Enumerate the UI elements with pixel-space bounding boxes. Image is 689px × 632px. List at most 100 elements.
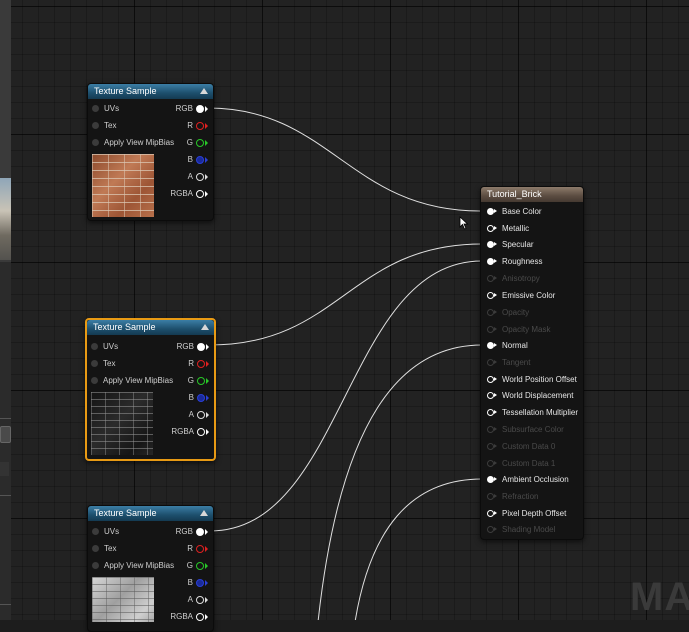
material-input-custom-data-0[interactable]: Custom Data 0 — [487, 442, 555, 452]
pin-label: Tex — [103, 359, 116, 368]
texture-sample-node-selected[interactable]: Texture Sample UVs Tex Apply View MipBia… — [85, 318, 216, 461]
pin-dot-icon — [91, 377, 98, 385]
output-pin-rgba[interactable]: RGBA — [170, 189, 208, 199]
pin-ring-icon — [487, 208, 497, 216]
output-pin-rgb[interactable]: RGB — [177, 342, 209, 352]
material-input-subsurface-color[interactable]: Subsurface Color — [487, 425, 564, 435]
pin-label: Tangent — [502, 358, 531, 367]
pin-label: Metallic — [502, 224, 530, 233]
collapse-arrow-icon[interactable] — [201, 324, 209, 330]
input-pin-uvs[interactable]: UVs — [91, 342, 118, 352]
wire-base-color[interactable] — [207, 107, 481, 212]
output-pin-r[interactable]: R — [187, 544, 208, 554]
output-pin-rgb[interactable]: RGB — [176, 104, 208, 114]
material-input-tessellation-multiplier[interactable]: Tessellation Multiplier — [487, 408, 578, 418]
pin-label: Opacity Mask — [502, 325, 551, 334]
pin-label: Ambient Occlusion — [502, 475, 569, 484]
pin-ring-icon — [487, 409, 497, 417]
pin-ring-icon — [487, 326, 497, 334]
material-input-pixel-depth-offset[interactable]: Pixel Depth Offset — [487, 509, 566, 519]
input-pin-uvs[interactable]: UVs — [92, 527, 119, 537]
wire-roughness[interactable] — [209, 260, 483, 532]
texture-thumbnail-red-brick — [92, 154, 154, 217]
pin-arrow-icon — [206, 343, 209, 350]
pin-ring-icon — [487, 392, 497, 400]
pin-ring-icon — [487, 359, 497, 367]
output-pin-g[interactable]: G — [188, 376, 209, 386]
pin-ring-icon — [197, 376, 205, 385]
pin-arrow-icon — [205, 596, 208, 603]
output-pin-a[interactable]: A — [189, 410, 209, 420]
wire-normal[interactable] — [317, 344, 483, 620]
texture-sample-node[interactable]: Texture Sample UVs Tex Apply View MipBia… — [87, 505, 214, 632]
pin-dot-icon — [92, 562, 99, 570]
pin-arrow-icon — [206, 377, 209, 384]
input-pin-tex[interactable]: Tex — [91, 359, 115, 369]
pin-ring-icon — [487, 309, 497, 317]
pin-ring-icon — [196, 544, 204, 553]
pin-ring-icon — [196, 527, 204, 536]
material-input-tangent[interactable]: Tangent — [487, 358, 530, 368]
pin-ring-icon — [487, 292, 497, 300]
output-pin-r[interactable]: R — [187, 121, 208, 131]
pin-label: Subsurface Color — [502, 425, 564, 434]
wire-ambient-occlusion[interactable] — [354, 478, 483, 620]
pin-label: R — [188, 359, 194, 368]
material-input-base-color[interactable]: Base Color — [487, 207, 542, 217]
material-input-emissive-color[interactable]: Emissive Color — [487, 291, 555, 301]
collapse-arrow-icon[interactable] — [200, 510, 208, 516]
material-input-normal[interactable]: Normal — [487, 341, 528, 351]
output-pin-g[interactable]: G — [187, 138, 208, 148]
collapse-arrow-icon[interactable] — [200, 88, 208, 94]
output-pin-rgba[interactable]: RGBA — [170, 612, 208, 622]
output-pin-b[interactable]: B — [189, 393, 209, 403]
input-pin-tex[interactable]: Tex — [92, 121, 116, 131]
material-input-shading-model[interactable]: Shading Model — [487, 525, 555, 535]
output-pin-rgba[interactable]: RGBA — [171, 427, 209, 437]
pin-label: G — [186, 561, 193, 570]
input-pin-mipbias[interactable]: Apply View MipBias — [92, 138, 174, 148]
node-header[interactable]: Texture Sample — [87, 320, 214, 335]
output-pin-a[interactable]: A — [188, 172, 208, 182]
input-pin-tex[interactable]: Tex — [92, 544, 116, 554]
output-pin-b[interactable]: B — [188, 155, 208, 165]
texture-thumbnail-dark-brick — [91, 392, 153, 455]
pin-label: Tex — [104, 544, 117, 553]
pin-ring-icon — [487, 493, 497, 501]
pin-label: B — [187, 155, 193, 164]
output-pin-g[interactable]: G — [187, 561, 208, 571]
material-input-specular[interactable]: Specular — [487, 240, 534, 250]
pin-label: World Displacement — [502, 391, 574, 400]
output-pin-rgb[interactable]: RGB — [176, 527, 208, 537]
pin-dot-icon — [92, 105, 99, 113]
material-input-anisotropy[interactable]: Anisotropy — [487, 274, 540, 284]
input-pin-uvs[interactable]: UVs — [92, 104, 119, 114]
pin-ring-icon — [487, 225, 497, 233]
pin-arrow-icon — [205, 139, 208, 146]
pin-ring-icon — [487, 342, 497, 350]
node-header[interactable]: Tutorial_Brick — [481, 187, 583, 202]
material-input-custom-data-1[interactable]: Custom Data 1 — [487, 459, 555, 469]
material-input-world-position-offset[interactable]: World Position Offset — [487, 375, 577, 385]
material-input-world-displacement[interactable]: World Displacement — [487, 391, 573, 401]
material-result-node[interactable]: Tutorial_Brick Base Color Metallic Specu… — [480, 186, 584, 540]
material-input-metallic[interactable]: Metallic — [487, 224, 529, 234]
material-input-ambient-occlusion[interactable]: Ambient Occlusion — [487, 475, 569, 485]
material-input-refraction[interactable]: Refraction — [487, 492, 538, 502]
input-pin-mipbias[interactable]: Apply View MipBias — [92, 561, 174, 571]
output-pin-b[interactable]: B — [188, 578, 208, 588]
pin-label: Emissive Color — [502, 291, 556, 300]
node-header[interactable]: Texture Sample — [88, 84, 213, 99]
material-input-opacity-mask[interactable]: Opacity Mask — [487, 325, 550, 335]
wire-specular[interactable] — [209, 243, 483, 346]
output-pin-a[interactable]: A — [188, 595, 208, 605]
pin-dot-icon — [92, 545, 99, 553]
texture-sample-node[interactable]: Texture Sample UVs Tex Apply View MipBia… — [87, 83, 214, 221]
material-input-roughness[interactable]: Roughness — [487, 257, 542, 267]
input-pin-mipbias[interactable]: Apply View MipBias — [91, 376, 173, 386]
material-input-opacity[interactable]: Opacity — [487, 308, 529, 318]
node-header[interactable]: Texture Sample — [88, 506, 213, 521]
node-title: Texture Sample — [93, 322, 156, 332]
output-pin-r[interactable]: R — [188, 359, 209, 369]
pin-label: World Position Offset — [502, 375, 577, 384]
